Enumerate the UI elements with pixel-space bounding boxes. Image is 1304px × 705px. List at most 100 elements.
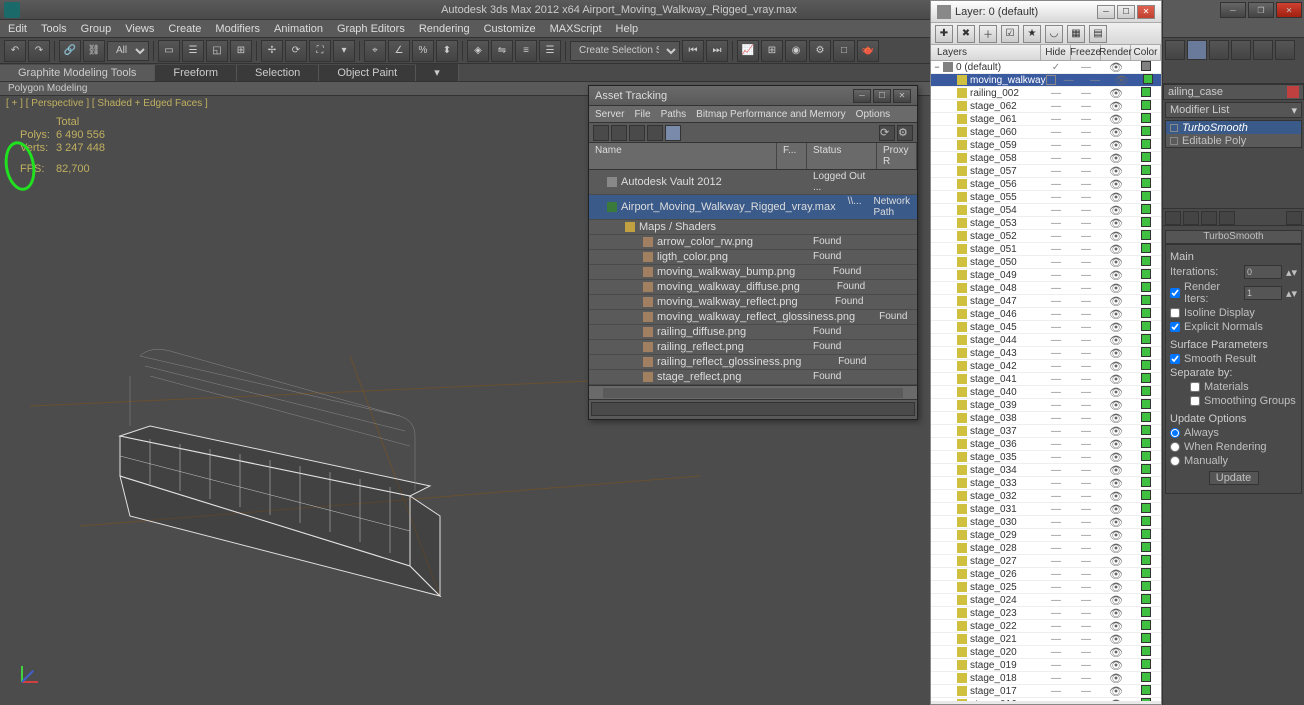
layer-render-toggle[interactable]: 👁: [1101, 607, 1131, 620]
render-iters-spinner[interactable]: 1: [1244, 286, 1282, 300]
layer-color-swatch[interactable]: [1131, 100, 1161, 113]
layer-color-swatch[interactable]: [1131, 412, 1161, 425]
layer-row[interactable]: stage_061——👁: [931, 113, 1161, 126]
layer-freeze-toggle[interactable]: —: [1071, 491, 1101, 502]
layer-row[interactable]: stage_019——👁: [931, 659, 1161, 672]
layer-color-swatch[interactable]: [1131, 360, 1161, 373]
layer-render-toggle[interactable]: 👁: [1101, 308, 1131, 321]
layer-render-toggle[interactable]: 👁: [1101, 399, 1131, 412]
layer-freeze-toggle[interactable]: —: [1082, 75, 1108, 86]
layer-render-toggle[interactable]: 👁: [1101, 217, 1131, 230]
layer-freeze-toggle[interactable]: —: [1071, 608, 1101, 619]
layer-freeze-toggle[interactable]: —: [1071, 283, 1101, 294]
doc-close-button[interactable]: ✕: [1276, 2, 1302, 18]
layer-color-swatch[interactable]: [1131, 646, 1161, 659]
layer-hide-toggle[interactable]: —: [1041, 205, 1071, 216]
layers-button[interactable]: ☰: [539, 40, 561, 62]
layer-row[interactable]: stage_017——👁: [931, 685, 1161, 698]
layers-hide-button[interactable]: ◡: [1045, 25, 1063, 43]
layer-render-toggle[interactable]: 👁: [1101, 620, 1131, 633]
curve-editor-button[interactable]: 📈: [737, 40, 759, 62]
layer-row[interactable]: stage_030——👁: [931, 516, 1161, 529]
layer-row[interactable]: stage_027——👁: [931, 555, 1161, 568]
layer-color-swatch[interactable]: [1131, 61, 1161, 74]
layer-render-toggle[interactable]: 👁: [1101, 685, 1131, 698]
explicit-normals-checkbox[interactable]: [1170, 322, 1180, 332]
layer-freeze-toggle[interactable]: —: [1071, 127, 1101, 138]
layer-render-toggle[interactable]: 👁: [1101, 672, 1131, 685]
layers-titlebar[interactable]: Layer: 0 (default) ─ ☐ ✕: [931, 1, 1161, 23]
asset-maximize-button[interactable]: ☐: [873, 89, 891, 103]
asset-row[interactable]: railing_diffuse.pngFound: [589, 325, 917, 340]
layer-hide-toggle[interactable]: —: [1041, 88, 1071, 99]
layer-render-toggle[interactable]: 👁: [1101, 321, 1131, 334]
create-tab[interactable]: [1165, 40, 1185, 60]
layer-color-swatch[interactable]: [1131, 516, 1161, 529]
modifier-stack-item[interactable]: TurboSmooth: [1166, 121, 1301, 134]
layers-header[interactable]: Layers Hide Freeze Render Color: [931, 45, 1161, 61]
layers-list[interactable]: −0 (default)✓—👁moving_walkway——👁railing_…: [931, 61, 1161, 701]
layers-delete-button[interactable]: ✖: [957, 25, 975, 43]
layer-freeze-toggle[interactable]: —: [1071, 192, 1101, 203]
layer-render-toggle[interactable]: 👁: [1101, 243, 1131, 256]
layer-color-swatch[interactable]: [1131, 386, 1161, 399]
layer-render-toggle[interactable]: 👁: [1101, 542, 1131, 555]
asset-tool-3[interactable]: [629, 125, 645, 141]
layer-render-toggle[interactable]: 👁: [1101, 61, 1131, 74]
layer-freeze-toggle[interactable]: —: [1071, 413, 1101, 424]
layer-freeze-toggle[interactable]: —: [1071, 543, 1101, 554]
layer-hide-toggle[interactable]: —: [1041, 192, 1071, 203]
layer-render-toggle[interactable]: 👁: [1101, 373, 1131, 386]
display-tab[interactable]: [1253, 40, 1273, 60]
layer-freeze-toggle[interactable]: —: [1071, 179, 1101, 190]
layer-render-toggle[interactable]: 👁: [1101, 100, 1131, 113]
spinner-snap-button[interactable]: ⬍: [436, 40, 458, 62]
asset-row[interactable]: railing_reflect.pngFound: [589, 340, 917, 355]
layer-freeze-toggle[interactable]: —: [1071, 439, 1101, 450]
layer-hide-toggle[interactable]: —: [1041, 660, 1071, 671]
smoothing-groups-checkbox[interactable]: [1190, 396, 1200, 406]
layer-row[interactable]: stage_060——👁: [931, 126, 1161, 139]
layers-highlight-button[interactable]: ★: [1023, 25, 1041, 43]
layer-row[interactable]: stage_016——👁: [931, 698, 1161, 701]
layer-row[interactable]: stage_056——👁: [931, 178, 1161, 191]
layer-freeze-toggle[interactable]: —: [1071, 426, 1101, 437]
layer-freeze-toggle[interactable]: —: [1071, 88, 1101, 99]
next-button[interactable]: ⏭: [706, 40, 728, 62]
asset-row[interactable]: railing_reflect_glossiness.pngFound: [589, 355, 917, 370]
layer-hide-toggle[interactable]: —: [1041, 686, 1071, 697]
create-selection-set-dropdown[interactable]: Create Selection S: [570, 41, 680, 61]
layer-hide-toggle[interactable]: —: [1041, 608, 1071, 619]
layer-hide-toggle[interactable]: —: [1041, 101, 1071, 112]
layer-row[interactable]: stage_031——👁: [931, 503, 1161, 516]
layer-color-swatch[interactable]: [1131, 256, 1161, 269]
layer-freeze-toggle[interactable]: —: [1071, 387, 1101, 398]
layer-render-toggle[interactable]: 👁: [1108, 74, 1134, 87]
render-button[interactable]: 🫖: [857, 40, 879, 62]
window-crossing-button[interactable]: ⊞: [230, 40, 252, 62]
layer-row[interactable]: stage_036——👁: [931, 438, 1161, 451]
layer-hide-toggle[interactable]: —: [1041, 361, 1071, 372]
ribbon-tab-freeform[interactable]: Freeform: [155, 65, 237, 81]
layer-hide-toggle[interactable]: —: [1041, 283, 1071, 294]
snap-toggle-button[interactable]: ⌖: [364, 40, 386, 62]
layer-row[interactable]: stage_040——👁: [931, 386, 1161, 399]
layer-color-swatch[interactable]: [1131, 503, 1161, 516]
layer-row[interactable]: stage_050——👁: [931, 256, 1161, 269]
layer-freeze-toggle[interactable]: —: [1071, 634, 1101, 645]
asset-menu-bitmap-performance-and-memory[interactable]: Bitmap Performance and Memory: [696, 109, 846, 120]
modify-tab[interactable]: [1187, 40, 1207, 60]
layer-render-toggle[interactable]: 👁: [1101, 282, 1131, 295]
menu-rendering[interactable]: Rendering: [419, 23, 470, 35]
layer-freeze-toggle[interactable]: —: [1071, 335, 1101, 346]
render-iters-checkbox[interactable]: [1170, 288, 1180, 298]
layer-color-swatch[interactable]: [1131, 594, 1161, 607]
layer-hide-toggle[interactable]: —: [1041, 270, 1071, 281]
layer-color-swatch[interactable]: [1131, 685, 1161, 698]
layer-row[interactable]: stage_029——👁: [931, 529, 1161, 542]
asset-tool-1[interactable]: [593, 125, 609, 141]
layer-row[interactable]: stage_037——👁: [931, 425, 1161, 438]
layer-row[interactable]: stage_048——👁: [931, 282, 1161, 295]
layers-select-button[interactable]: ☑: [1001, 25, 1019, 43]
layer-color-swatch[interactable]: [1131, 698, 1161, 702]
